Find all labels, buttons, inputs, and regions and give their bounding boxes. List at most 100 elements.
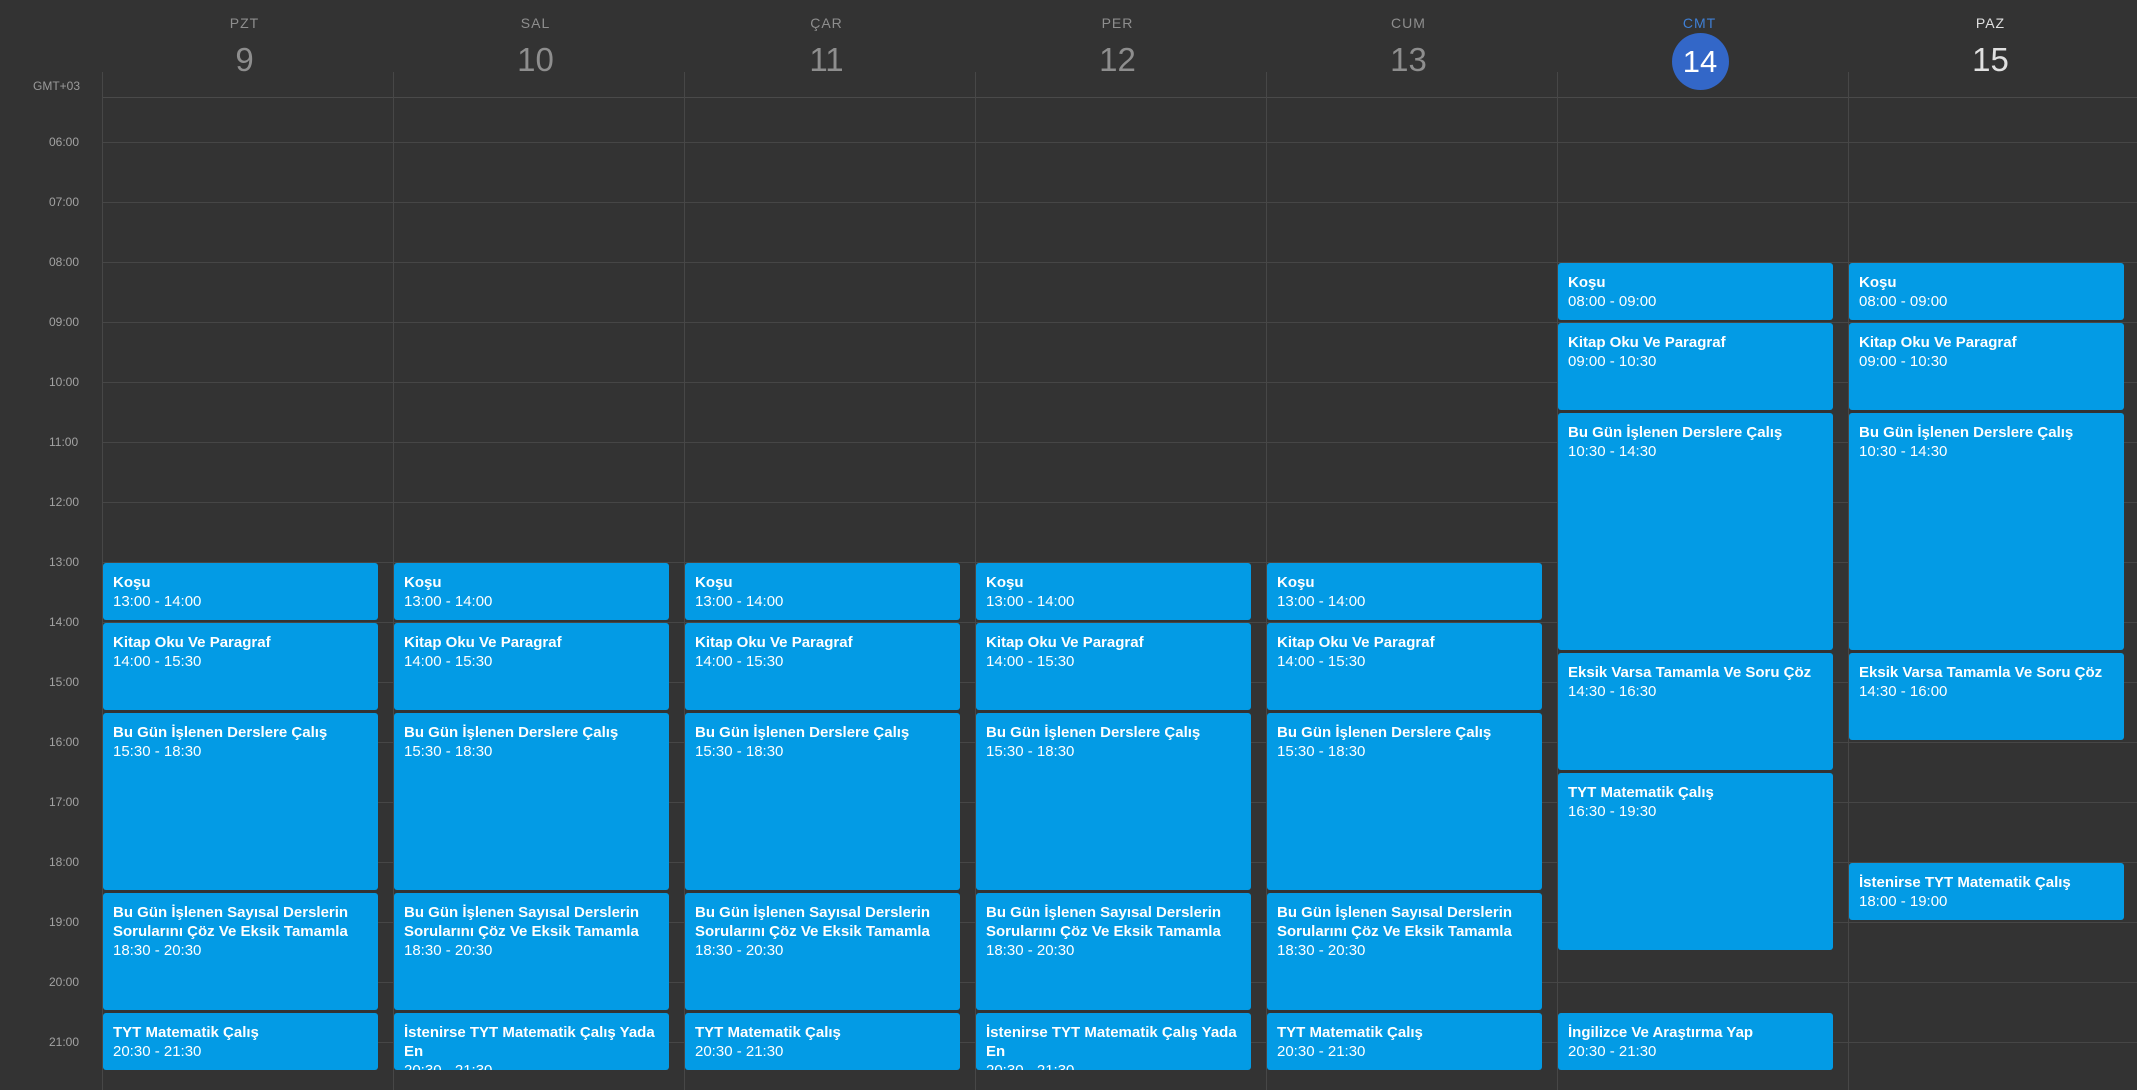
calendar-event[interactable]: Bu Gün İşlenen Sayısal Derslerin Sorular… [976,893,1251,1010]
date-number[interactable]: 9 [99,40,390,80]
date-number[interactable]: 11 [681,40,972,80]
event-time: 13:00 - 14:00 [1277,593,1366,610]
calendar-event[interactable]: Bu Gün İşlenen Derslere Çalış 15:30 - 18:… [103,713,378,890]
time-label: 10:00 [49,375,80,389]
event-time: 13:00 - 14:00 [113,593,202,610]
calendar-event[interactable]: Kitap Oku Ve Paragraf 09:00 - 10:30 [1849,323,2124,410]
calendar-event[interactable]: Koşu 13:00 - 14:00 [394,563,669,620]
column-divider [684,72,685,1090]
event-title: Kitap Oku Ve Paragraf [404,634,562,651]
date-number[interactable]: 12 [972,40,1263,80]
event-title: Kitap Oku Ve Paragraf [695,634,853,651]
calendar-event[interactable]: Bu Gün İşlenen Derslere Çalış 15:30 - 18:… [394,713,669,890]
event-title: Bu Gün İşlenen Sayısal Derslerin Sorular… [113,904,353,940]
event-time: 14:00 - 15:30 [404,653,493,670]
day-header-5[interactable]: CMT 14 [1554,0,1845,98]
calendar-event[interactable]: Bu Gün İşlenen Derslere Çalış 10:30 - 14:… [1558,413,1833,650]
time-label: 07:00 [49,195,80,209]
calendar-event[interactable]: Kitap Oku Ve Paragraf 14:00 - 15:30 [1267,623,1542,710]
calendar-event[interactable]: Koşu 13:00 - 14:00 [103,563,378,620]
calendar-event[interactable]: Kitap Oku Ve Paragraf 14:00 - 15:30 [976,623,1251,710]
event-time: 20:30 - 21:30 [1277,1043,1366,1060]
time-label: 16:00 [49,735,80,749]
calendar-event[interactable]: TYT Matematik Çalış 20:30 - 21:30 [685,1013,960,1070]
calendar-event[interactable]: Kitap Oku Ve Paragraf 14:00 - 15:30 [394,623,669,710]
date-number[interactable]: 15 [1845,40,2136,80]
calendar-event[interactable]: Bu Gün İşlenen Sayısal Derslerin Sorular… [103,893,378,1010]
calendar-event[interactable]: Bu Gün İşlenen Sayısal Derslerin Sorular… [685,893,960,1010]
time-label: 20:00 [49,975,80,989]
event-time: 18:30 - 20:30 [404,942,493,959]
event-title: Koşu [113,574,151,591]
calendar-event[interactable]: Eksik Varsa Tamamla Ve Soru Çöz 14:30 - 1… [1849,653,2124,740]
day-header-1[interactable]: SAL 10 [390,0,681,98]
event-time: 18:30 - 20:30 [1277,942,1366,959]
calendar-event[interactable]: Bu Gün İşlenen Derslere Çalış 15:30 - 18:… [1267,713,1542,890]
event-time: 10:30 - 14:30 [1859,443,1948,460]
event-title: İstenirse TYT Matematik Çalış [1859,874,2071,891]
event-time: 15:30 - 18:30 [1277,743,1366,760]
event-title: Bu Gün İşlenen Derslere Çalış [986,724,1201,741]
event-time: 14:30 - 16:00 [1859,683,1948,700]
event-title: Kitap Oku Ve Paragraf [1859,334,2017,351]
day-of-week-label: CMT [1682,15,1717,31]
time-label: 13:00 [49,555,80,569]
event-time: 15:30 - 18:30 [113,743,202,760]
calendar-event[interactable]: İstenirse TYT Matematik Çalış 18:00 - 19:… [1849,863,2124,920]
day-of-week-label: SAL [520,15,551,31]
calendar-event[interactable]: Bu Gün İşlenen Derslere Çalış 15:30 - 18:… [976,713,1251,890]
hour-gridline [102,142,2137,143]
day-header-2[interactable]: ÇAR 11 [681,0,972,98]
event-title: Kitap Oku Ve Paragraf [1277,634,1435,651]
calendar-event[interactable]: Bu Gün İşlenen Derslere Çalış 15:30 - 18:… [685,713,960,890]
time-label: 11:00 [49,435,79,449]
today-date-number[interactable]: 14 [1671,33,1729,90]
calendar-event[interactable]: TYT Matematik Çalış 20:30 - 21:30 [1267,1013,1542,1070]
calendar-event[interactable]: Bu Gün İşlenen Derslere Çalış 10:30 - 14:… [1849,413,2124,650]
date-number[interactable]: 13 [1263,40,1554,80]
event-time: 15:30 - 18:30 [695,743,784,760]
calendar-event[interactable]: Koşu 08:00 - 09:00 [1849,263,2124,320]
calendar-event[interactable]: Koşu 13:00 - 14:00 [976,563,1251,620]
event-title: Koşu [986,574,1024,591]
event-title: İstenirse TYT Matematik Çalış Yada En [404,1024,659,1060]
event-title: Bu Gün İşlenen Derslere Çalış [695,724,910,741]
event-time: 20:30 - 21:30 [986,1061,1251,1070]
calendar-event[interactable]: İstenirse TYT Matematik Çalış Yada En20:… [394,1013,669,1070]
hour-gridline [102,202,2137,203]
calendar-event[interactable]: TYT Matematik Çalış 20:30 - 21:30 [103,1013,378,1070]
calendar-event[interactable]: Koşu 13:00 - 14:00 [1267,563,1542,620]
event-time: 09:00 - 10:30 [1568,353,1657,370]
calendar-event[interactable]: Kitap Oku Ve Paragraf 14:00 - 15:30 [685,623,960,710]
day-header-6[interactable]: PAZ 15 [1845,0,2136,98]
calendar-grid[interactable]: 06:00 07:00 08:00 09:00 10:00 11:00 12:00 13:00… [0,98,2137,1090]
calendar-event[interactable]: İngilizce Ve Araştırma Yap 20:30 - 21:30 [1558,1013,1833,1070]
event-title: Kitap Oku Ve Paragraf [113,634,271,651]
event-title: Kitap Oku Ve Paragraf [986,634,1144,651]
event-time: 14:00 - 15:30 [1277,653,1366,670]
event-time: 14:00 - 15:30 [986,653,1075,670]
day-of-week-label: ÇAR [810,15,843,31]
time-label: 15:00 [49,675,80,689]
calendar-event[interactable]: Koşu 13:00 - 14:00 [685,563,960,620]
event-time: 10:30 - 14:30 [1568,443,1657,460]
day-header-3[interactable]: PER 12 [972,0,1263,98]
day-header-4[interactable]: CUM 13 [1263,0,1554,98]
calendar-event[interactable]: Kitap Oku Ve Paragraf 09:00 - 10:30 [1558,323,1833,410]
calendar-event[interactable]: Eksik Varsa Tamamla Ve Soru Çöz 14:30 - 1… [1558,653,1833,770]
event-time: 20:30 - 21:30 [113,1043,202,1060]
column-divider [1266,72,1267,1090]
calendar-event[interactable]: Bu Gün İşlenen Sayısal Derslerin Sorular… [1267,893,1542,1010]
day-of-week-label: PAZ [1975,15,2006,31]
calendar-event[interactable]: TYT Matematik Çalış 16:30 - 19:30 [1558,773,1833,950]
calendar-event[interactable]: Kitap Oku Ve Paragraf 14:00 - 15:30 [103,623,378,710]
day-header-0[interactable]: PZT 9 [99,0,390,98]
calendar-event[interactable]: Bu Gün İşlenen Sayısal Derslerin Sorular… [394,893,669,1010]
day-of-week-label: PZT [229,15,260,31]
date-number[interactable]: 10 [390,40,681,80]
event-title: Koşu [1568,274,1606,291]
event-time: 08:00 - 09:00 [1568,293,1657,310]
column-divider [1557,72,1558,1090]
calendar-event[interactable]: Koşu 08:00 - 09:00 [1558,263,1833,320]
calendar-event[interactable]: İstenirse TYT Matematik Çalış Yada En20:… [976,1013,1251,1070]
